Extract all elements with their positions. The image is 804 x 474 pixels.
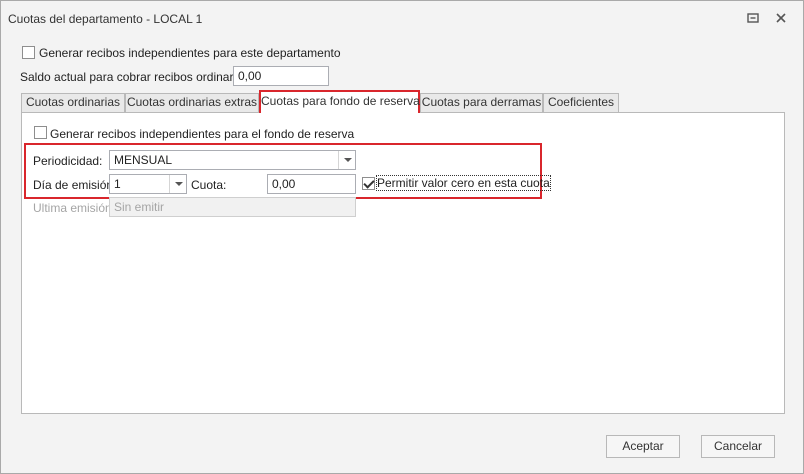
balance-label: Saldo actual para cobrar recibos ordinar… — [20, 70, 253, 84]
accept-button[interactable]: Aceptar — [606, 435, 680, 458]
fee-input[interactable]: 0,00 — [267, 174, 356, 194]
title-bar: Cuotas del departamento - LOCAL 1 — [1, 1, 803, 35]
last-emission-field: Sin emitir — [109, 197, 356, 217]
fee-label: Cuota: — [191, 178, 227, 192]
periodicity-value: MENSUAL — [114, 153, 173, 167]
independent-receipts-checkbox[interactable] — [22, 46, 35, 59]
tab-cuotas-ordinarias-extras[interactable]: Cuotas ordinarias extras — [125, 93, 259, 112]
tab-cuotas-fondo-reserva[interactable]: Cuotas para fondo de reserva — [259, 90, 420, 113]
window-title: Cuotas del departamento - LOCAL 1 — [8, 12, 203, 26]
independent-receipts-label: Generar recibos independientes para este… — [39, 46, 341, 60]
reserve-independent-checkbox[interactable] — [34, 126, 47, 139]
tab-coeficientes[interactable]: Coeficientes — [543, 93, 619, 112]
emission-day-select[interactable]: 1 — [109, 174, 187, 194]
allow-zero-label: Permitir valor cero en esta cuota — [376, 175, 551, 191]
emission-day-value: 1 — [114, 177, 121, 191]
balance-input[interactable]: 0,00 — [233, 66, 329, 86]
dialog-window: Cuotas del departamento - LOCAL 1 Genera… — [0, 0, 804, 474]
periodicity-select[interactable]: MENSUAL — [109, 150, 356, 170]
reserve-fund-panel: Generar recibos independientes para el f… — [21, 112, 785, 414]
cancel-button[interactable]: Cancelar — [701, 435, 775, 458]
tab-cuotas-derramas[interactable]: Cuotas para derramas — [420, 93, 543, 112]
close-icon[interactable] — [773, 10, 789, 26]
dialog-content: Generar recibos independientes para este… — [1, 35, 803, 473]
chevron-down-icon[interactable] — [169, 175, 186, 193]
restore-icon[interactable] — [745, 10, 761, 26]
periodicity-label: Periodicidad: — [33, 154, 103, 168]
tab-cuotas-ordinarias[interactable]: Cuotas ordinarias — [21, 93, 125, 112]
emission-day-label: Día de emisión: — [33, 178, 117, 192]
reserve-independent-label: Generar recibos independientes para el f… — [50, 127, 355, 141]
allow-zero-checkbox[interactable] — [362, 177, 375, 190]
last-emission-label: Ultima emisión: — [33, 201, 116, 215]
chevron-down-icon[interactable] — [338, 151, 355, 169]
